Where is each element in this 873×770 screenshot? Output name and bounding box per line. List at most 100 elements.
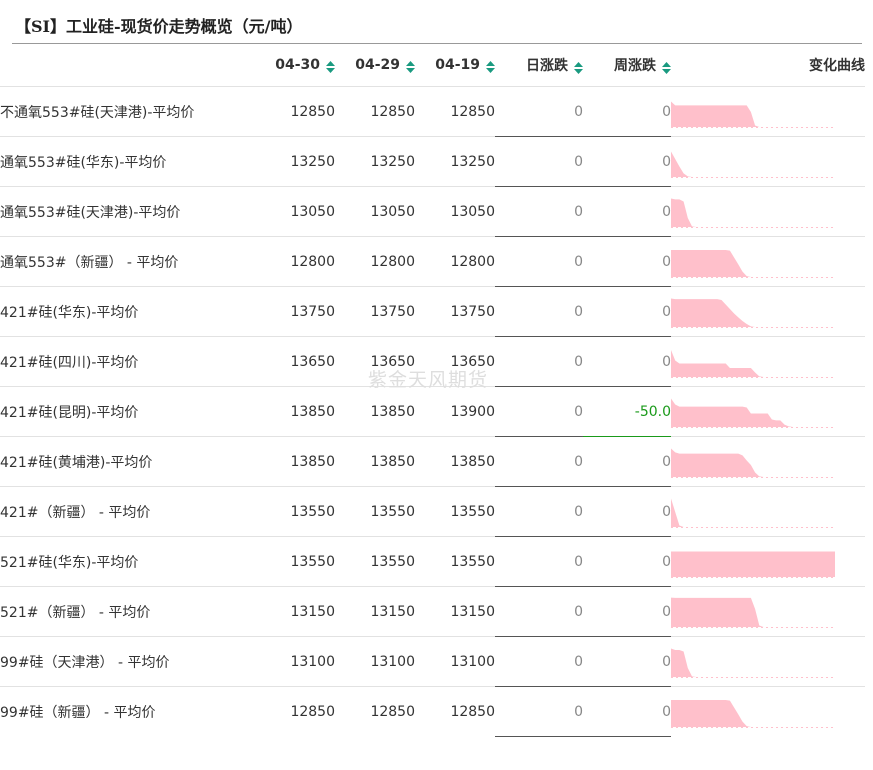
table-row: 通氧553#（新疆） - 平均价 12800 12800 12800 0 0	[0, 236, 865, 287]
row-price-1: 13250	[255, 136, 335, 187]
row-day-change: 0	[495, 636, 583, 687]
row-sparkline	[671, 86, 865, 137]
row-day-change: 0	[495, 336, 583, 387]
header-day-change-label: 日涨跌	[526, 58, 568, 74]
row-week-change: 0	[583, 586, 671, 637]
row-price-2: 13550	[335, 536, 415, 587]
row-week-change: 0	[583, 136, 671, 187]
row-price-3: 13050	[415, 186, 495, 237]
row-price-3: 13100	[415, 636, 495, 687]
row-price-3: 13550	[415, 486, 495, 537]
row-name: 99#硅（新疆） - 平均价	[0, 686, 255, 736]
sparkline-area	[671, 398, 835, 427]
row-sparkline	[671, 186, 865, 237]
row-name: 不通氧553#硅(天津港)-平均价	[0, 86, 255, 137]
sparkline-area	[671, 249, 835, 277]
row-sparkline	[671, 236, 865, 287]
row-price-2: 12850	[335, 686, 415, 736]
row-sparkline	[671, 386, 865, 437]
row-price-1: 13100	[255, 636, 335, 687]
row-sparkline	[671, 336, 865, 387]
row-week-change: 0	[583, 486, 671, 537]
row-price-3: 13850	[415, 436, 495, 487]
header-trend: 变化曲线	[809, 58, 865, 74]
row-price-3: 13550	[415, 536, 495, 587]
row-name: 521#硅(华东)-平均价	[0, 536, 255, 587]
row-sparkline	[671, 586, 865, 637]
sparkline-chart	[671, 249, 835, 278]
table-row: 421#硅(黄埔港)-平均价 13850 13850 13850 0 0	[0, 436, 865, 487]
sparkline-area	[671, 498, 835, 527]
sparkline-area	[671, 101, 835, 127]
row-price-2: 13050	[335, 186, 415, 237]
sparkline-area	[671, 551, 835, 577]
change-bar	[583, 736, 671, 737]
header-week-change-label: 周涨跌	[614, 58, 656, 74]
row-name: 521#（新疆） - 平均价	[0, 586, 255, 637]
row-sparkline	[671, 136, 865, 187]
row-day-change: 0	[495, 386, 583, 437]
row-price-3: 13650	[415, 336, 495, 387]
header-week-change[interactable]: 周涨跌	[583, 44, 671, 87]
sort-icon[interactable]	[662, 62, 671, 74]
row-sparkline	[671, 436, 865, 487]
table-row: 99#硅（天津港） - 平均价 13100 13100 13100 0 0	[0, 636, 865, 687]
row-sparkline	[671, 636, 865, 687]
header-date-1[interactable]: 04-30	[255, 44, 335, 87]
row-name: 通氧553#硅(天津港)-平均价	[0, 186, 255, 237]
sparkline-chart	[671, 448, 835, 478]
table-row: 通氧553#硅(天津港)-平均价 13050 13050 13050 0 0	[0, 186, 865, 237]
row-price-2: 13550	[335, 486, 415, 537]
row-price-3: 12850	[415, 86, 495, 137]
sparkline-area	[671, 597, 835, 627]
row-day-change: 0	[495, 686, 583, 737]
row-price-1: 13150	[255, 586, 335, 637]
row-price-2: 13750	[335, 286, 415, 337]
row-day-change: 0	[495, 86, 583, 137]
row-price-3: 12850	[415, 686, 495, 736]
sparkline-chart	[671, 699, 835, 728]
table-row: 521#（新疆） - 平均价 13150 13150 13150 0 0	[0, 586, 865, 637]
row-week-change: 0	[583, 436, 671, 487]
row-sparkline	[671, 686, 865, 736]
row-name: 421#（新疆） - 平均价	[0, 486, 255, 537]
row-week-change: 0	[583, 536, 671, 587]
sort-icon[interactable]	[406, 61, 415, 73]
sort-icon[interactable]	[326, 61, 335, 73]
row-price-1: 13050	[255, 186, 335, 237]
row-price-2: 13650	[335, 336, 415, 387]
change-bar	[495, 736, 583, 737]
table-row: 通氧553#硅(华东)-平均价 13250 13250 13250 0 0	[0, 136, 865, 187]
row-price-2: 13100	[335, 636, 415, 687]
row-name: 通氧553#（新疆） - 平均价	[0, 236, 255, 287]
row-day-change: 0	[495, 486, 583, 537]
sparkline-area	[671, 298, 835, 327]
header-day-change[interactable]: 日涨跌	[495, 44, 583, 87]
row-week-change: 0	[583, 636, 671, 687]
row-price-3: 13250	[415, 136, 495, 187]
header-date-1-label: 04-30	[275, 57, 320, 73]
page-title: 【SI】工业硅-现货价走势概览（元/吨）	[15, 17, 303, 36]
sparkline-area	[671, 198, 835, 227]
row-price-1: 12850	[255, 686, 335, 736]
table-row: 不通氧553#硅(天津港)-平均价 12850 12850 12850 0 0	[0, 86, 865, 137]
row-day-change: 0	[495, 136, 583, 187]
header-row: 04-30 04-29 04-19 日涨跌 周涨跌 变化曲线	[0, 44, 865, 87]
sort-icon[interactable]	[574, 62, 583, 74]
row-week-change: 0	[583, 86, 671, 137]
sparkline-chart	[671, 151, 835, 178]
row-price-3: 13150	[415, 586, 495, 637]
row-name: 421#硅(华东)-平均价	[0, 286, 255, 337]
header-date-2[interactable]: 04-29	[335, 44, 415, 87]
header-date-2-label: 04-29	[355, 57, 400, 73]
header-date-3[interactable]: 04-19	[415, 44, 495, 87]
sort-icon[interactable]	[486, 61, 495, 73]
row-price-3: 12800	[415, 236, 495, 287]
row-name: 99#硅（天津港） - 平均价	[0, 636, 255, 687]
sparkline-chart	[671, 101, 835, 128]
row-day-change: 0	[495, 536, 583, 587]
row-week-change: 0	[583, 336, 671, 387]
sparkline-chart	[671, 349, 835, 378]
sparkline-area	[671, 151, 835, 177]
row-week-change: 0	[583, 186, 671, 237]
